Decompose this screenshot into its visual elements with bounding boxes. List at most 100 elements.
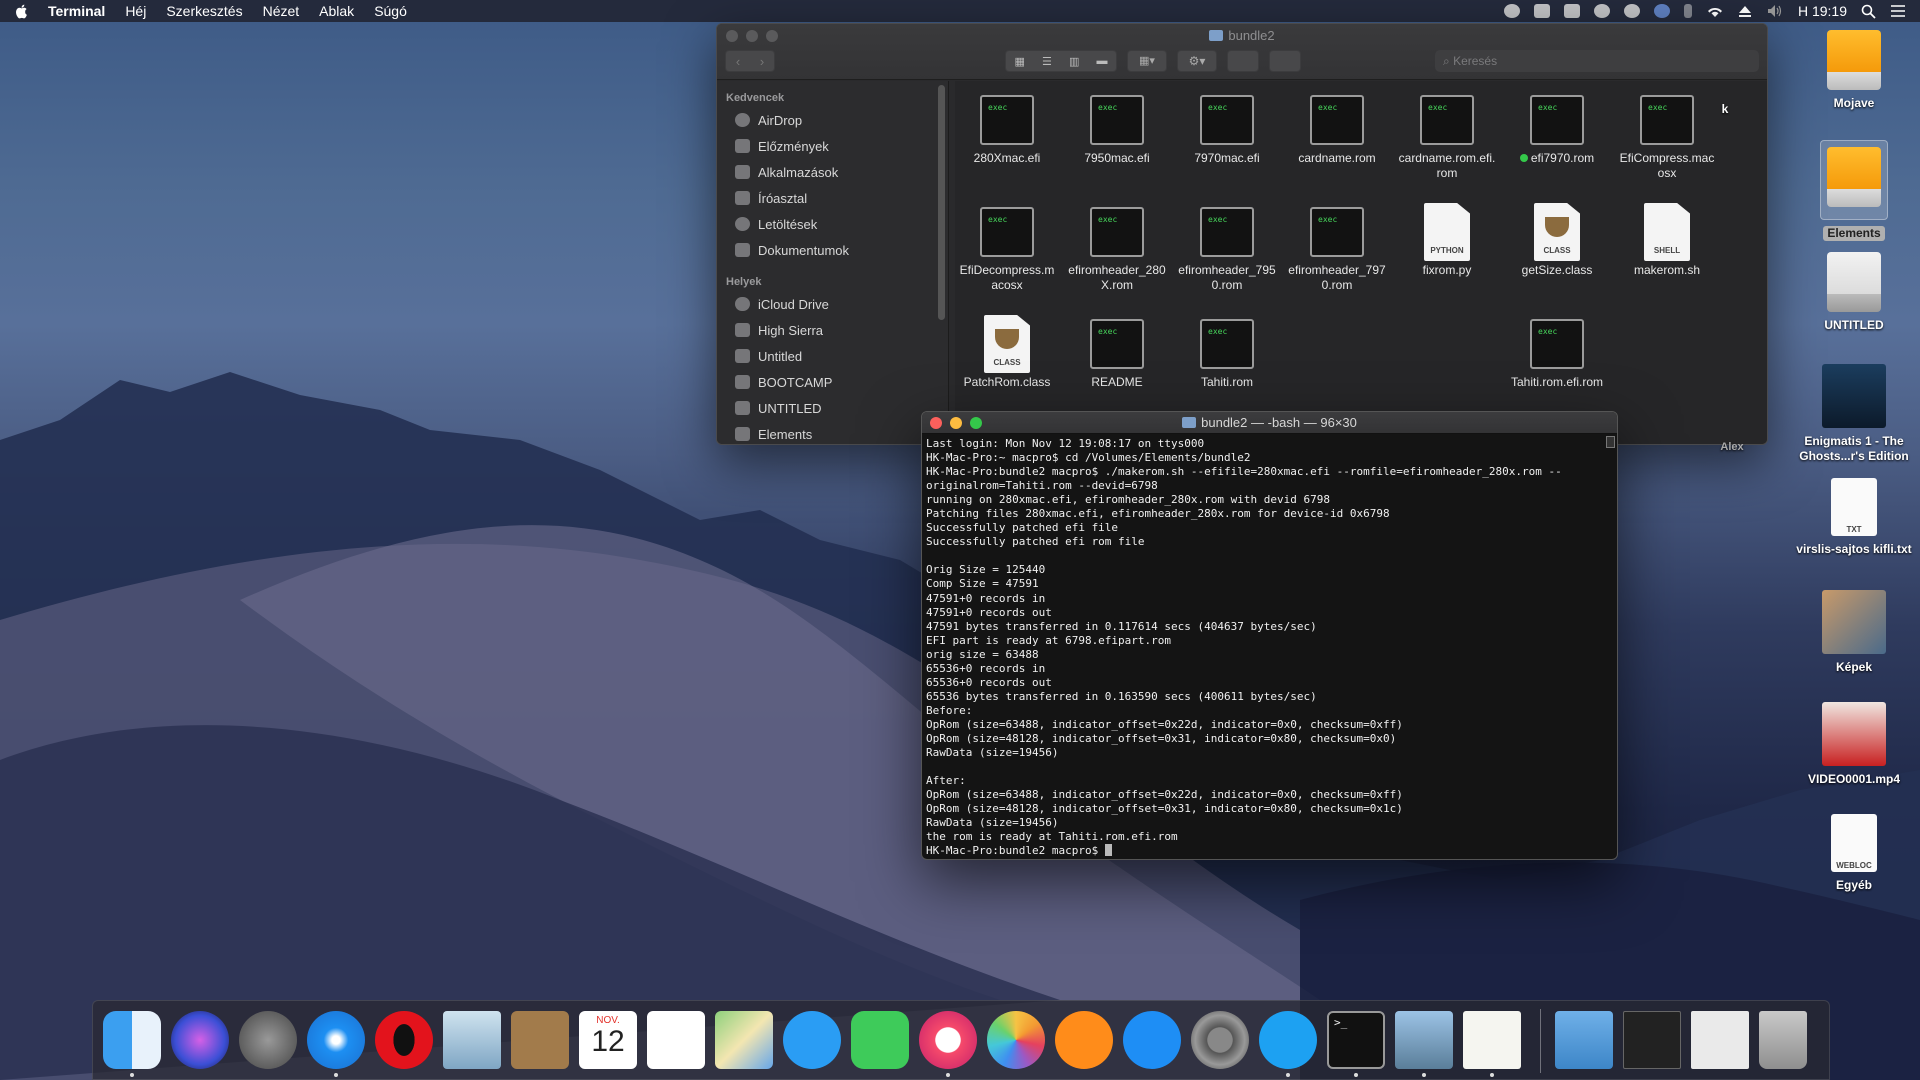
trash-dock-icon[interactable] bbox=[1759, 1011, 1807, 1069]
file-item[interactable]: CLASS PatchRom.class bbox=[955, 315, 1059, 390]
finder-dock-icon[interactable] bbox=[103, 1011, 161, 1069]
group-button[interactable]: ▦▾ bbox=[1127, 50, 1167, 72]
file-item[interactable]: exec Tahiti.rom bbox=[1175, 319, 1279, 390]
downloads-folder-dock-icon[interactable] bbox=[1555, 1011, 1613, 1069]
siri-dock-icon[interactable] bbox=[171, 1011, 229, 1069]
launchpad-dock-icon[interactable] bbox=[239, 1011, 297, 1069]
minimize-button[interactable] bbox=[950, 417, 962, 429]
eject-icon[interactable] bbox=[1738, 5, 1752, 17]
file-item[interactable]: exec efi7970.rom bbox=[1505, 95, 1609, 166]
close-button[interactable] bbox=[930, 417, 942, 429]
file-item[interactable]: SHELL makerom.sh bbox=[1615, 203, 1719, 278]
column-view-icon[interactable]: ▥ bbox=[1069, 55, 1079, 68]
facetime-dock-icon[interactable] bbox=[851, 1011, 909, 1069]
reminders-dock-icon[interactable] bbox=[647, 1011, 705, 1069]
menu-help[interactable]: Súgó bbox=[374, 3, 407, 19]
file-item[interactable]: exec 7970mac.efi bbox=[1175, 95, 1279, 166]
terminal-dock-icon[interactable]: >_ bbox=[1327, 1011, 1385, 1069]
sidebar-item-high-sierra[interactable]: High Sierra bbox=[717, 317, 948, 343]
ibooks-dock-icon[interactable] bbox=[1055, 1011, 1113, 1069]
menu-app-name[interactable]: Terminal bbox=[48, 3, 105, 19]
textedit-dock-icon[interactable] bbox=[1463, 1011, 1521, 1069]
sidebar-item-applications[interactable]: Alkalmazások bbox=[717, 159, 948, 185]
apple-menu-icon[interactable] bbox=[14, 3, 30, 19]
finder-titlebar[interactable]: bundle2 ‹ › ▦ ☰ ▥ ▬ ▦▾ ⚙▾ ⌕ Keresés bbox=[717, 24, 1767, 80]
desktop-icon-video0001-mp4[interactable]: VIDEO0001.mp4 bbox=[1794, 702, 1914, 787]
terminal-window[interactable]: bundle2 — -bash — 96×30 Last login: Mon … bbox=[921, 411, 1618, 860]
forward-icon[interactable]: › bbox=[760, 54, 764, 69]
view-mode-buttons[interactable]: ▦ ☰ ▥ ▬ bbox=[1005, 50, 1117, 72]
sidebar-item-downloads[interactable]: Letöltések bbox=[717, 211, 948, 237]
gallery-view-icon[interactable]: ▬ bbox=[1096, 55, 1107, 67]
opera-dock-icon[interactable] bbox=[375, 1011, 433, 1069]
wifi-icon[interactable] bbox=[1706, 4, 1724, 18]
desktop-icon-egy-b[interactable]: WEBLOC Egyéb bbox=[1794, 814, 1914, 893]
file-item[interactable]: exec efiromheader_795 0.rom bbox=[1175, 207, 1279, 293]
search-field[interactable]: ⌕ Keresés bbox=[1435, 50, 1759, 72]
terminal-scrollbar[interactable] bbox=[1606, 436, 1615, 448]
calendar-dock-icon[interactable]: NOV. 12 bbox=[579, 1011, 637, 1069]
menu-edit[interactable]: Szerkesztés bbox=[166, 3, 242, 19]
desktop-icon-enigmatis-1-the-ghosts-r-s-edition[interactable]: Enigmatis 1 - The Ghosts...r's Edition bbox=[1794, 364, 1914, 464]
volume-icon[interactable] bbox=[1766, 4, 1784, 18]
file-item[interactable]: exec README bbox=[1065, 319, 1169, 390]
hand-icon[interactable] bbox=[1533, 4, 1550, 18]
menu-window[interactable]: Ablak bbox=[319, 3, 354, 19]
mail-dock-icon[interactable] bbox=[443, 1011, 501, 1069]
skype-status-icon[interactable] bbox=[1623, 4, 1640, 18]
system-preferences-dock-icon[interactable] bbox=[1191, 1011, 1249, 1069]
sidebar-item-untitled[interactable]: Untitled bbox=[717, 343, 948, 369]
file-item[interactable]: exec cardname.rom.efi. rom bbox=[1395, 95, 1499, 181]
creative-cloud-icon[interactable] bbox=[1503, 4, 1520, 18]
sidebar-scrollbar[interactable] bbox=[938, 85, 945, 320]
menu-shell[interactable]: Héj bbox=[125, 3, 146, 19]
file-item[interactable]: exec cardname.rom bbox=[1285, 95, 1389, 166]
notification-center-icon[interactable] bbox=[1890, 4, 1906, 18]
file-item[interactable]: exec 7950mac.efi bbox=[1065, 95, 1169, 166]
file-item[interactable]: exec 280Xmac.efi bbox=[955, 95, 1059, 166]
desktop-icon-virslis-sajtos-kifli-txt[interactable]: TXT virslis-sajtos kifli.txt bbox=[1794, 478, 1914, 557]
globe-icon[interactable] bbox=[1653, 4, 1670, 18]
zoom-button[interactable] bbox=[970, 417, 982, 429]
clock[interactable]: H 19:19 bbox=[1798, 3, 1847, 19]
icon-view-icon[interactable]: ▦ bbox=[1015, 55, 1025, 68]
file-item[interactable]: exec EfiCompress.mac osx bbox=[1615, 95, 1719, 181]
maps-dock-icon[interactable] bbox=[715, 1011, 773, 1069]
message-icon[interactable] bbox=[1563, 4, 1580, 18]
share-button[interactable] bbox=[1227, 50, 1259, 72]
minimized-window-dock-icon[interactable] bbox=[1623, 1011, 1681, 1069]
minimized-window-dock-icon[interactable] bbox=[1691, 1011, 1749, 1069]
sidebar-item-desktop[interactable]: Íróasztal bbox=[717, 185, 948, 211]
file-item[interactable]: exec EfiDecompress.m acosx bbox=[955, 207, 1059, 293]
file-item[interactable]: exec efiromheader_797 0.rom bbox=[1285, 207, 1389, 293]
contacts-dock-icon[interactable] bbox=[511, 1011, 569, 1069]
file-item[interactable]: PYTHON fixrom.py bbox=[1395, 203, 1499, 278]
back-icon[interactable]: ‹ bbox=[736, 54, 740, 69]
sidebar-item-recents[interactable]: Előzmények bbox=[717, 133, 948, 159]
desktop-icon-elements[interactable]: Elements bbox=[1794, 140, 1914, 241]
sidebar-item-elements[interactable]: Elements bbox=[717, 421, 948, 444]
tag-button[interactable] bbox=[1269, 50, 1301, 72]
action-button[interactable]: ⚙▾ bbox=[1177, 50, 1217, 72]
bluetooth-icon[interactable] bbox=[1683, 4, 1692, 18]
sync-icon[interactable] bbox=[1593, 4, 1610, 18]
safari-dock-icon[interactable] bbox=[307, 1011, 365, 1069]
sidebar-item-airdrop[interactable]: AirDrop bbox=[717, 107, 948, 133]
file-item[interactable]: CLASS getSize.class bbox=[1505, 203, 1609, 278]
file-item[interactable]: exec efiromheader_280 X.rom bbox=[1065, 207, 1169, 293]
desktop-icon-mojave[interactable]: Mojave bbox=[1794, 30, 1914, 111]
desktop-icon-untitled[interactable]: UNTITLED bbox=[1794, 252, 1914, 333]
terminal-titlebar[interactable]: bundle2 — -bash — 96×30 bbox=[922, 412, 1617, 434]
list-view-icon[interactable]: ☰ bbox=[1042, 55, 1052, 68]
sidebar-item-documents[interactable]: Dokumentumok bbox=[717, 237, 948, 263]
terminal-output[interactable]: Last login: Mon Nov 12 19:08:17 on ttys0… bbox=[922, 434, 1617, 859]
app-store-dock-icon[interactable] bbox=[1123, 1011, 1181, 1069]
messages-dock-icon[interactable] bbox=[783, 1011, 841, 1069]
file-item[interactable]: exec Tahiti.rom.efi.rom bbox=[1505, 319, 1609, 390]
photos-dock-icon[interactable] bbox=[987, 1011, 1045, 1069]
spotlight-icon[interactable] bbox=[1861, 4, 1876, 19]
sidebar-item-icloud[interactable]: iCloud Drive bbox=[717, 291, 948, 317]
menu-view[interactable]: Nézet bbox=[263, 3, 300, 19]
skype-dock-icon[interactable] bbox=[1259, 1011, 1317, 1069]
sidebar-item-untitled-2[interactable]: UNTITLED bbox=[717, 395, 948, 421]
